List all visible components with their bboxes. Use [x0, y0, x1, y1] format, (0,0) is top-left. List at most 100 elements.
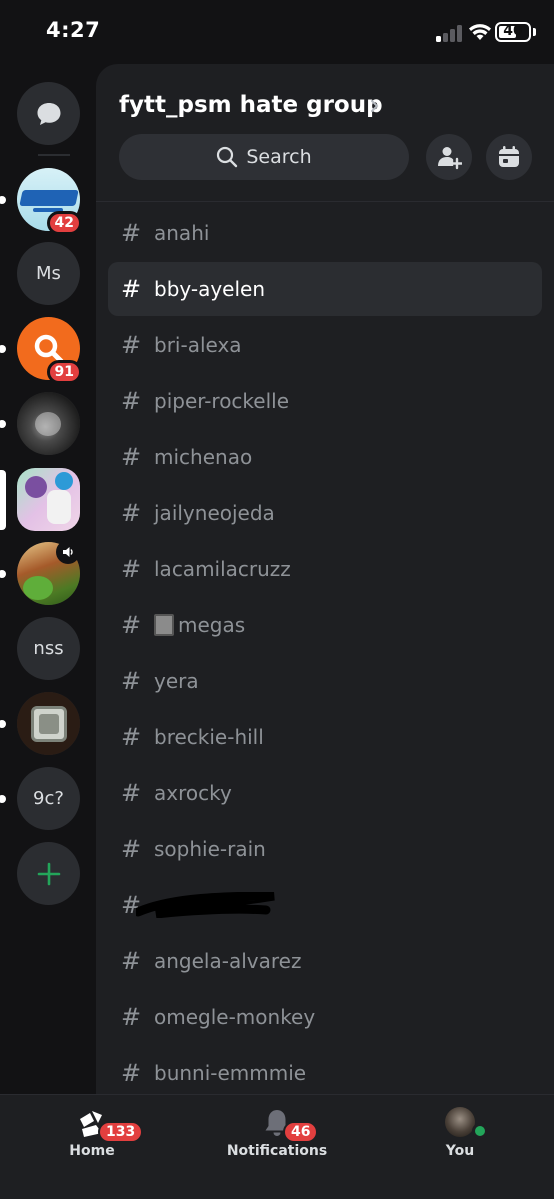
- hashtag-icon: #: [120, 443, 142, 471]
- server-rail: 42 Ms 91 nss 9c?: [0, 64, 96, 1094]
- invite-members-button[interactable]: [426, 134, 472, 180]
- tab-home[interactable]: 133 Home: [22, 1107, 162, 1167]
- events-button[interactable]: [486, 134, 532, 180]
- channel-name: yera: [154, 669, 199, 693]
- chevron-right-icon[interactable]: [370, 99, 380, 113]
- avatar: [445, 1107, 475, 1137]
- channel-name: anahi: [154, 221, 210, 245]
- server-icon-6[interactable]: [17, 540, 80, 605]
- hashtag-icon: #: [120, 331, 142, 359]
- server-icon-4[interactable]: [17, 392, 80, 455]
- channel-name: megas: [178, 613, 246, 637]
- hashtag-icon: #: [120, 667, 142, 695]
- channel-name: bby-ayelen: [154, 277, 266, 301]
- channel-name: lacamilacruzz: [154, 557, 291, 581]
- hashtag-icon: #: [120, 611, 142, 639]
- channel-item-selected[interactable]: # bby-ayelen: [108, 262, 542, 316]
- server-label: 9c?: [33, 788, 64, 809]
- channel-item[interactable]: # breckie-hill: [108, 710, 542, 764]
- chat-bubble-icon: [37, 102, 60, 125]
- status-bar: 4:27 40: [0, 0, 554, 64]
- tab-you[interactable]: You: [390, 1107, 530, 1167]
- channel-item[interactable]: # bunni-emmmie: [108, 1046, 542, 1094]
- channel-item[interactable]: # piper-rockelle: [108, 374, 542, 428]
- channel-name: bunni-emmmie: [154, 1061, 307, 1085]
- hashtag-icon: #: [120, 947, 142, 975]
- server-icon-1[interactable]: 42: [17, 168, 82, 235]
- search-label: Search: [246, 146, 312, 168]
- cellular-signal-icon: [436, 24, 464, 42]
- channel-item[interactable]: # lacamilacruzz: [108, 542, 542, 596]
- channel-name: axrocky: [154, 781, 232, 805]
- server-icon-8[interactable]: [17, 692, 80, 755]
- calendar-icon: [499, 146, 519, 167]
- unread-indicator: [0, 420, 6, 428]
- mention-badge: 42: [46, 211, 82, 235]
- search-button[interactable]: Search: [119, 134, 409, 180]
- online-status-indicator: [472, 1123, 488, 1139]
- server-icon-9c[interactable]: 9c?: [17, 767, 80, 830]
- channel-item[interactable]: # axrocky: [108, 766, 542, 820]
- hashtag-icon: #: [120, 835, 142, 863]
- server-label: Ms: [36, 263, 61, 284]
- channel-item[interactable]: # angela-alvarez: [108, 934, 542, 988]
- channel-name: jailyneojeda: [154, 501, 275, 525]
- channel-panel: fytt_psm hate group Search # anahi # bby…: [96, 64, 554, 1094]
- channel-name: bri-alexa: [154, 333, 242, 357]
- hashtag-icon: #: [120, 779, 142, 807]
- bottom-tab-bar: 133 Home 46 Notifications You: [0, 1094, 554, 1199]
- guild-name[interactable]: fytt_psm hate group: [119, 92, 383, 118]
- hashtag-icon: #: [120, 723, 142, 751]
- rail-divider: [38, 154, 70, 156]
- channel-item[interactable]: # bri-alexa: [108, 318, 542, 372]
- channel-item[interactable]: # omegle-monkey: [108, 990, 542, 1044]
- hashtag-icon: #: [120, 1003, 142, 1031]
- channel-name: michenao: [154, 445, 253, 469]
- tab-label: Home: [69, 1143, 115, 1159]
- channel-name: omegle-monkey: [154, 1005, 316, 1029]
- server-label: nss: [33, 638, 64, 659]
- hashtag-icon: #: [120, 1059, 142, 1087]
- channel-item[interactable]: # sophie-rain: [108, 822, 542, 876]
- redaction-scribble: [136, 892, 275, 918]
- tab-label: You: [445, 1143, 475, 1159]
- plus-icon: [37, 862, 60, 885]
- channel-name: angela-alvarez: [154, 949, 302, 973]
- hashtag-icon: #: [120, 275, 142, 303]
- channel-item-redacted[interactable]: #: [108, 878, 542, 932]
- server-icon-ms[interactable]: Ms: [17, 242, 80, 305]
- hashtag-icon: #: [120, 555, 142, 583]
- server-icon-nss[interactable]: nss: [17, 617, 80, 680]
- battery-level: 40: [503, 23, 523, 39]
- header-divider: [96, 201, 554, 202]
- unread-indicator: [0, 720, 6, 728]
- server-icon-5[interactable]: [17, 468, 80, 531]
- unread-indicator: [0, 345, 6, 353]
- battery-icon: 40: [495, 22, 531, 42]
- hashtag-icon: #: [120, 387, 142, 415]
- wifi-icon: [469, 24, 491, 40]
- tab-label: Notifications: [226, 1143, 328, 1159]
- hashtag-icon: #: [120, 499, 142, 527]
- channel-name: breckie-hill: [154, 725, 264, 749]
- status-time: 4:27: [46, 18, 101, 42]
- mention-badge: 91: [46, 360, 82, 384]
- channel-item[interactable]: # anahi: [108, 206, 542, 260]
- add-server-button[interactable]: [17, 842, 80, 905]
- notifications-badge: 46: [283, 1121, 319, 1143]
- channel-item[interactable]: # megas: [108, 598, 542, 652]
- unread-indicator: [0, 570, 6, 578]
- channel-item[interactable]: # michenao: [108, 430, 542, 484]
- unread-indicator: [0, 196, 6, 204]
- active-server-indicator: [0, 470, 6, 530]
- tab-notifications[interactable]: 46 Notifications: [207, 1107, 347, 1167]
- channel-item[interactable]: # yera: [108, 654, 542, 708]
- search-icon: [217, 146, 238, 168]
- direct-messages-button[interactable]: [17, 82, 80, 145]
- channel-name: sophie-rain: [154, 837, 266, 861]
- hashtag-icon: #: [120, 219, 142, 247]
- home-badge: 133: [98, 1121, 144, 1143]
- voice-speaker-icon: [56, 540, 80, 564]
- server-icon-3[interactable]: 91: [17, 317, 82, 384]
- channel-item[interactable]: # jailyneojeda: [108, 486, 542, 540]
